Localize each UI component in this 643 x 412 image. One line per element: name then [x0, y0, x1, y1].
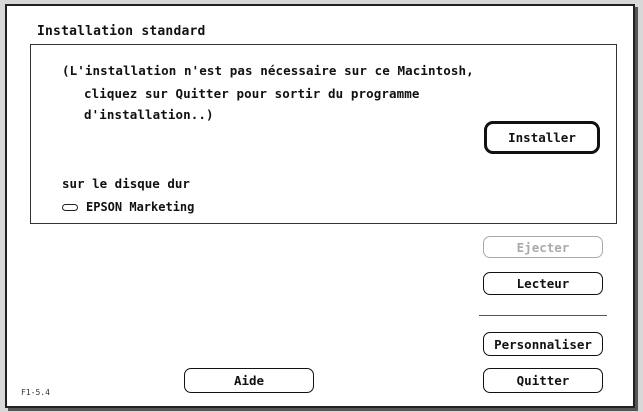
quit-button[interactable]: Quitter [483, 368, 603, 393]
customize-button[interactable]: Personnaliser [483, 332, 603, 356]
install-info-box: (L'installation n'est pas nécessaire sur… [30, 44, 617, 224]
message-line-2: cliquez sur Quitter pour sortir du progr… [84, 86, 420, 101]
version-label: F1-5.4 [21, 388, 50, 397]
hard-disk-icon [62, 203, 78, 211]
target-disk: EPSON Marketing [62, 200, 194, 214]
message-line-3: d'installation..) [84, 107, 214, 122]
help-button[interactable]: Aide [184, 368, 314, 393]
message-line-1: (L'installation n'est pas nécessaire sur… [62, 63, 474, 78]
installer-dialog: Installation standard (L'installation n'… [5, 4, 635, 408]
drive-button[interactable]: Lecteur [483, 272, 603, 295]
disk-label: sur le disque dur [62, 176, 190, 191]
group-title: Installation standard [37, 24, 206, 39]
install-button[interactable]: Installer [484, 121, 600, 154]
disk-name: EPSON Marketing [86, 200, 195, 214]
button-separator [479, 315, 607, 316]
eject-button[interactable]: Ejecter [483, 236, 603, 258]
